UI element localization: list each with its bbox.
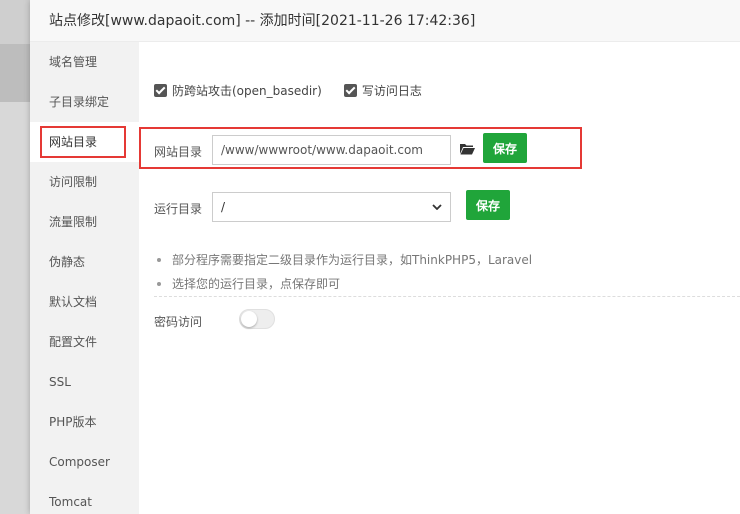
password-access-label: 密码访问 — [154, 315, 203, 329]
options-row: 防跨站攻击(open_basedir) 写访问日志 — [154, 82, 444, 98]
access-log-label: 写访问日志 — [361, 83, 422, 98]
run-dir-label: 运行目录 — [154, 202, 203, 216]
anti-xss-checkbox[interactable] — [154, 83, 167, 97]
site-dir-label: 网站目录 — [154, 145, 203, 159]
sidebar-item-config-file[interactable]: 配置文件 — [30, 322, 139, 362]
sidebar: 域名管理 子目录绑定 网站目录 访问限制 流量限制 伪静态 默认文档 配置文件 … — [30, 42, 139, 514]
run-dir-selected-value: / — [221, 200, 226, 214]
chevron-down-icon — [432, 204, 442, 210]
anti-xss-label: 防跨站攻击(open_basedir) — [172, 83, 322, 98]
site-settings-dialog: 站点修改[www.dapaoit.com] -- 添加时间[2021-11-26… — [30, 0, 740, 514]
tips-list: 部分程序需要指定二级目录作为运行目录，如ThinkPHP5，Laravel 选择… — [154, 250, 740, 298]
sidebar-item-ssl[interactable]: SSL — [30, 362, 139, 402]
background-strip-dark — [0, 44, 30, 102]
sidebar-item-php-version[interactable]: PHP版本 — [30, 402, 139, 442]
background-strip-top — [0, 0, 30, 44]
dialog-title: 站点修改[www.dapaoit.com] -- 添加时间[2021-11-26… — [30, 0, 740, 42]
site-dir-save-button[interactable]: 保存 — [483, 133, 528, 163]
run-dir-save-button[interactable]: 保存 — [466, 190, 511, 220]
sidebar-item-traffic-limit[interactable]: 流量限制 — [30, 202, 139, 242]
sidebar-item-access-limit[interactable]: 访问限制 — [30, 162, 139, 202]
password-access-toggle[interactable] — [239, 309, 275, 329]
sidebar-item-composer[interactable]: Composer — [30, 442, 139, 482]
sidebar-item-tomcat[interactable]: Tomcat — [30, 482, 139, 514]
sidebar-item-rewrite[interactable]: 伪静态 — [30, 242, 139, 282]
site-dir-panel: 防跨站攻击(open_basedir) 写访问日志 网站目录 保存 运行目录 /… — [139, 42, 740, 514]
tip-item: 选择您的运行目录，点保存即可 — [154, 274, 740, 298]
tip-item: 部分程序需要指定二级目录作为运行目录，如ThinkPHP5，Laravel — [154, 250, 740, 274]
site-dir-input[interactable] — [212, 135, 451, 165]
sidebar-item-subdir-binding[interactable]: 子目录绑定 — [30, 82, 139, 122]
access-log-checkbox[interactable] — [343, 83, 357, 97]
divider — [154, 296, 740, 297]
sidebar-item-site-dir[interactable]: 网站目录 — [30, 122, 139, 162]
folder-open-icon[interactable] — [460, 143, 475, 155]
run-dir-select[interactable]: / — [212, 192, 451, 222]
background-app-strip — [0, 0, 30, 514]
sidebar-item-domain[interactable]: 域名管理 — [30, 42, 139, 82]
sidebar-item-default-doc[interactable]: 默认文档 — [30, 282, 139, 322]
toggle-knob — [241, 311, 257, 327]
